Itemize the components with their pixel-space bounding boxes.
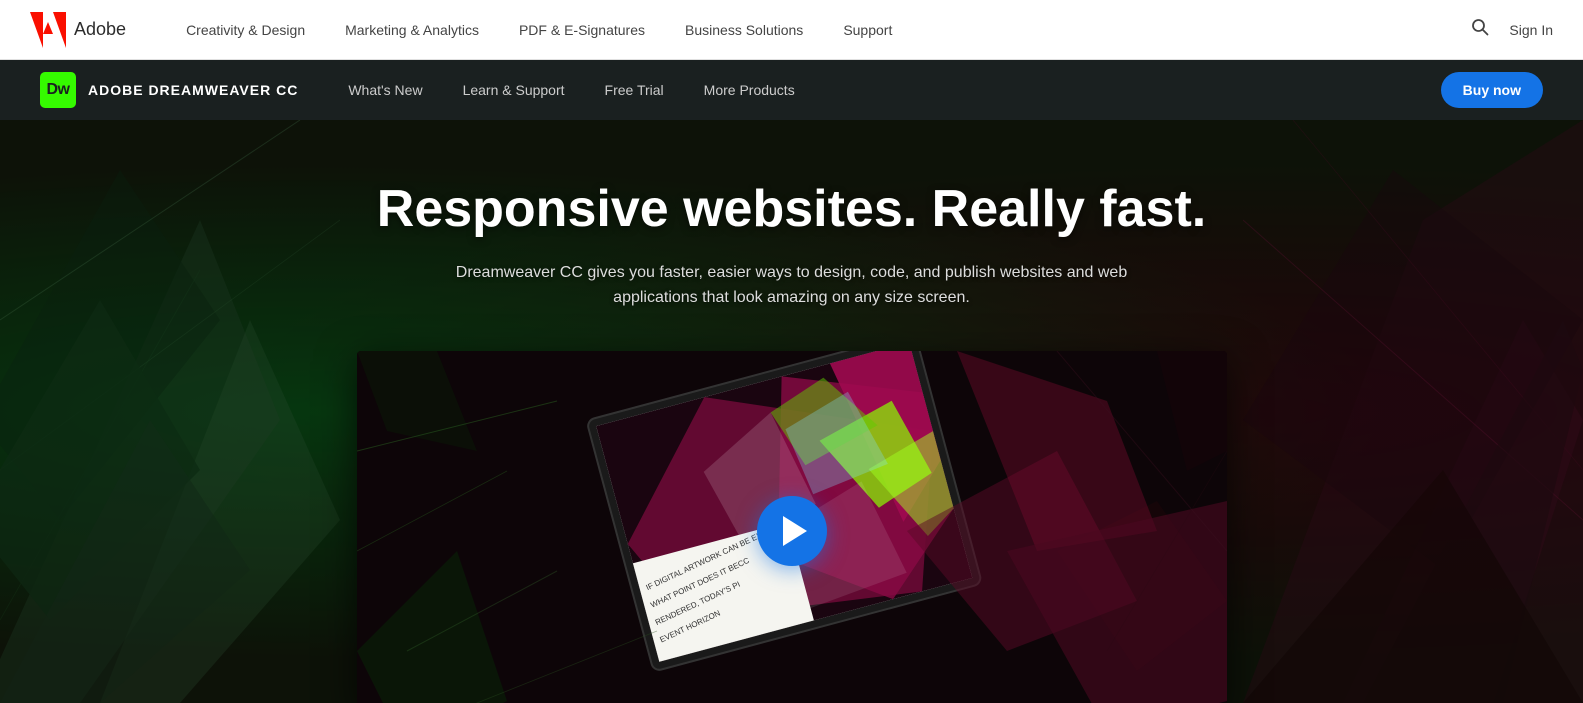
product-nav-learn-support[interactable]: Learn & Support xyxy=(463,82,565,98)
product-nav-free-trial[interactable]: Free Trial xyxy=(605,82,664,98)
play-button[interactable] xyxy=(757,496,827,566)
buy-now-button[interactable]: Buy now xyxy=(1441,72,1543,108)
video-container[interactable]: IF DIGITAL ARTWORK CAN BE EX WHAT POINT … xyxy=(357,351,1227,703)
dw-logo: Dw xyxy=(40,72,76,108)
nav-pdf-esignatures[interactable]: PDF & E-Signatures xyxy=(519,22,645,38)
dw-logo-text: Dw xyxy=(47,81,70,99)
adobe-brand-text: Adobe xyxy=(74,19,126,40)
product-navigation: Dw ADOBE DREAMWEAVER CC What's New Learn… xyxy=(0,60,1583,120)
top-nav-links: Creativity & Design Marketing & Analytic… xyxy=(186,22,1471,38)
product-nav-whats-new[interactable]: What's New xyxy=(348,82,422,98)
hero-section: Responsive websites. Really fast. Dreamw… xyxy=(0,120,1583,703)
hero-headline: Responsive websites. Really fast. xyxy=(0,180,1583,240)
product-name: ADOBE DREAMWEAVER CC xyxy=(88,82,298,98)
hero-content: Responsive websites. Really fast. Dreamw… xyxy=(0,120,1583,703)
nav-creativity-design[interactable]: Creativity & Design xyxy=(186,22,305,38)
adobe-logo-area[interactable]: Adobe xyxy=(30,12,126,48)
nav-support[interactable]: Support xyxy=(843,22,892,38)
hero-subtext: Dreamweaver CC gives you faster, easier … xyxy=(442,260,1142,311)
search-icon[interactable] xyxy=(1471,18,1489,41)
product-nav-links: What's New Learn & Support Free Trial Mo… xyxy=(348,82,1440,98)
play-icon xyxy=(783,516,807,546)
top-navigation: Adobe Creativity & Design Marketing & An… xyxy=(0,0,1583,60)
adobe-logo-icon xyxy=(30,12,66,48)
sign-in-link[interactable]: Sign In xyxy=(1509,22,1553,38)
top-nav-right: Sign In xyxy=(1471,18,1553,41)
nav-business-solutions[interactable]: Business Solutions xyxy=(685,22,803,38)
nav-marketing-analytics[interactable]: Marketing & Analytics xyxy=(345,22,479,38)
product-nav-more-products[interactable]: More Products xyxy=(704,82,795,98)
